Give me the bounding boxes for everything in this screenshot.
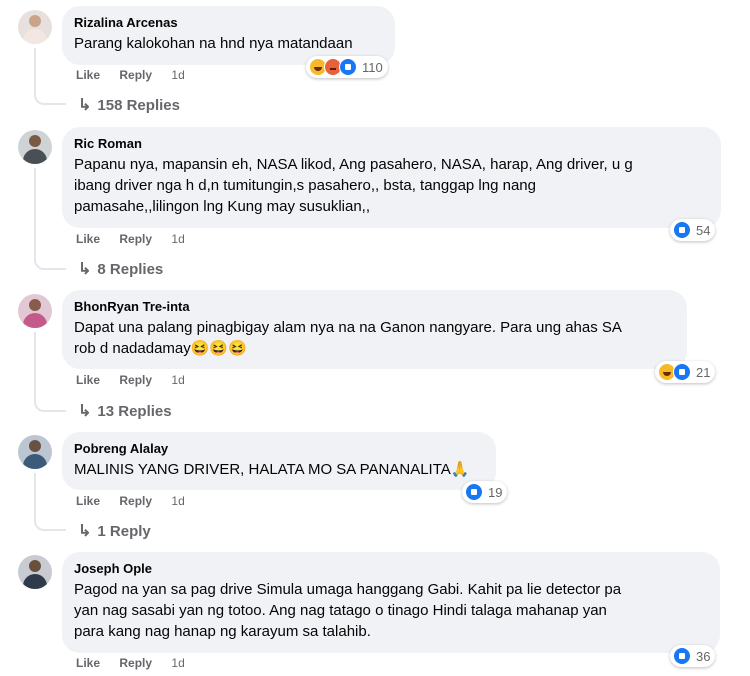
comment-text: Parang kalokohan na hnd nya matandaan	[74, 33, 383, 54]
like-reaction-icon	[465, 483, 483, 501]
reactions-summary[interactable]: 54	[670, 219, 716, 241]
comment-timestamp[interactable]: 1d	[171, 232, 184, 246]
reply-button[interactable]: Reply	[119, 494, 152, 508]
avatar-body	[23, 149, 47, 164]
reactions-summary[interactable]: 110	[306, 56, 388, 78]
avatar-head	[29, 299, 41, 311]
reaction-count: 19	[488, 484, 503, 500]
like-reaction-icon	[673, 647, 691, 665]
comment-author[interactable]: Joseph Ople	[74, 560, 708, 577]
avatar-body	[23, 574, 47, 589]
comment-timestamp[interactable]: 1d	[171, 656, 184, 670]
comment-author[interactable]: Pobreng Alalay	[74, 440, 484, 457]
avatar-body	[23, 454, 47, 469]
thread-line	[34, 48, 66, 105]
comment-text-line: Pagod na yan sa pag drive Simula umaga h…	[74, 581, 622, 598]
like-button[interactable]: Like	[76, 232, 100, 246]
avatar[interactable]	[18, 294, 52, 328]
avatar-head	[29, 560, 41, 572]
comment-text-line: ibang driver nga h d,n tumitungin,s pasa…	[74, 177, 536, 194]
replies-count-label: 158 Replies	[97, 97, 180, 114]
reactions-summary[interactable]: 36	[670, 645, 716, 667]
comment-text-line: rob d nadadamay😆😆😆	[74, 340, 247, 357]
reactions-summary[interactable]: 19	[462, 481, 508, 503]
reply-button[interactable]: Reply	[119, 68, 152, 82]
comment-text-line: Parang kalokohan na hnd nya matandaan	[74, 35, 353, 52]
reply-button[interactable]: Reply	[119, 373, 152, 387]
avatar-head	[29, 135, 41, 147]
reply-arrow-icon: ↳	[78, 97, 92, 114]
replies-count-label: 13 Replies	[97, 403, 172, 420]
comment-text: Dapat una palang pinagbigay alam nya na …	[74, 317, 675, 359]
reply-arrow-icon: ↳	[78, 523, 92, 540]
comment-timestamp[interactable]: 1d	[171, 494, 184, 508]
reaction-count: 21	[696, 364, 711, 380]
avatar[interactable]	[18, 130, 52, 164]
comment-text-line: para kang nag hanap ng karayum sa talahi…	[74, 623, 371, 640]
view-replies-link[interactable]: ↳ 13 Replies	[78, 401, 172, 421]
replies-count-label: 1 Reply	[97, 523, 151, 540]
comment-bubble: BhonRyan Tre-inta Dapat una palang pinag…	[62, 290, 687, 369]
like-reaction-icon	[673, 221, 691, 239]
comment-timestamp[interactable]: 1d	[171, 373, 184, 387]
reaction-count: 54	[696, 222, 711, 238]
comment-author[interactable]: BhonRyan Tre-inta	[74, 298, 675, 315]
avatar-head	[29, 15, 41, 27]
comment-actions: Like Reply 1d	[76, 68, 201, 82]
comment-actions: Like Reply 1d	[76, 656, 201, 670]
reaction-count: 110	[362, 59, 383, 75]
comment-text-line: Dapat una palang pinagbigay alam nya na …	[74, 319, 622, 336]
comment-text-line: yan nag sasabi yan ng totoo. Ang nag tat…	[74, 602, 607, 619]
avatar-head	[29, 440, 41, 452]
avatar[interactable]	[18, 435, 52, 469]
comment-actions: Like Reply 1d	[76, 373, 201, 387]
like-button[interactable]: Like	[76, 494, 100, 508]
reply-button[interactable]: Reply	[119, 656, 152, 670]
avatar[interactable]	[18, 10, 52, 44]
avatar-body	[23, 313, 47, 328]
comment-bubble: Pobreng Alalay MALINIS YANG DRIVER, HALA…	[62, 432, 496, 490]
comment-text: Pagod na yan sa pag drive Simula umaga h…	[74, 579, 708, 642]
comment-text-line: pamasahe,,lilingon lng Kung may susuklia…	[74, 198, 371, 215]
like-reaction-icon	[339, 58, 357, 76]
view-replies-link[interactable]: ↳ 158 Replies	[78, 95, 180, 115]
comment-text-line: MALINIS YANG DRIVER, HALATA MO SA PANANA…	[74, 461, 470, 478]
thread-line	[34, 168, 66, 270]
comment-timestamp[interactable]: 1d	[171, 68, 184, 82]
comment-author[interactable]: Ric Roman	[74, 135, 709, 152]
comment-text: MALINIS YANG DRIVER, HALATA MO SA PANANA…	[74, 459, 484, 480]
replies-count-label: 8 Replies	[97, 261, 164, 278]
comment-actions: Like Reply 1d	[76, 494, 201, 508]
thread-line	[34, 473, 66, 531]
avatar[interactable]	[18, 555, 52, 589]
reply-arrow-icon: ↳	[78, 403, 92, 420]
reply-arrow-icon: ↳	[78, 261, 92, 278]
comment-bubble: Ric Roman Papanu nya, mapansin eh, NASA …	[62, 127, 721, 228]
comment-text-line: Papanu nya, mapansin eh, NASA likod, Ang…	[74, 156, 633, 173]
reply-button[interactable]: Reply	[119, 232, 152, 246]
like-button[interactable]: Like	[76, 656, 100, 670]
like-button[interactable]: Like	[76, 68, 100, 82]
view-replies-link[interactable]: ↳ 8 Replies	[78, 259, 163, 279]
avatar-body	[23, 29, 47, 44]
view-replies-link[interactable]: ↳ 1 Reply	[78, 521, 151, 541]
comment-bubble: Joseph Ople Pagod na yan sa pag drive Si…	[62, 552, 720, 653]
like-reaction-icon	[673, 363, 691, 381]
comment-text: Papanu nya, mapansin eh, NASA likod, Ang…	[74, 154, 709, 217]
comment-actions: Like Reply 1d	[76, 232, 201, 246]
thread-line	[34, 332, 66, 412]
comment-author[interactable]: Rizalina Arcenas	[74, 14, 383, 31]
like-button[interactable]: Like	[76, 373, 100, 387]
reaction-count: 36	[696, 648, 711, 664]
reactions-summary[interactable]: 21	[655, 361, 716, 383]
